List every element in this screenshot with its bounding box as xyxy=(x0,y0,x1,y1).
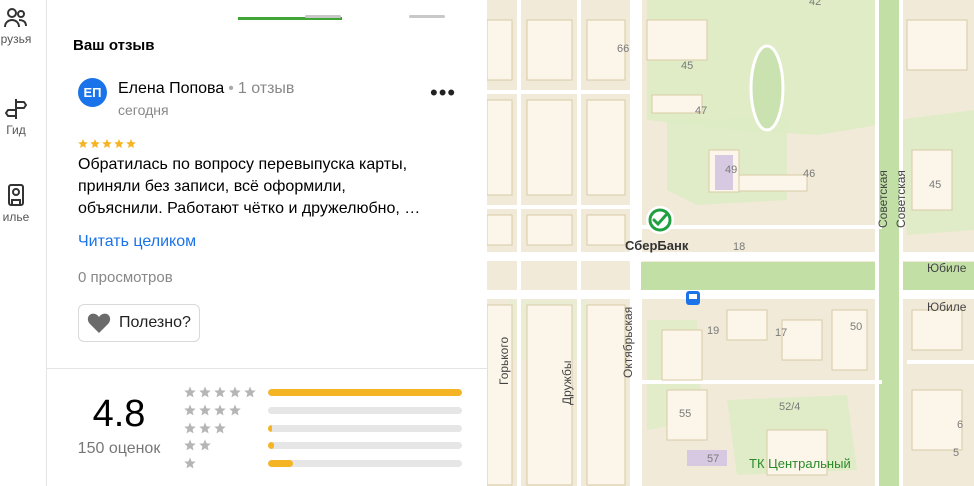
star-icon xyxy=(244,386,256,398)
tab-marker xyxy=(409,15,445,18)
star-icon xyxy=(90,139,100,149)
rating-stars-4 xyxy=(184,404,241,416)
house-number: 66 xyxy=(617,43,629,55)
rating-bar-fill xyxy=(268,425,272,432)
housing-icon xyxy=(8,184,24,206)
star-icon xyxy=(199,422,211,434)
street-label: Октябрьская xyxy=(621,307,635,378)
house-number: 42 xyxy=(809,0,821,8)
separator-dot: • xyxy=(228,80,234,97)
author-name[interactable]: Елена Попова xyxy=(118,80,224,97)
rating-bar xyxy=(268,425,462,432)
useful-button[interactable]: Полезно? xyxy=(78,304,200,342)
rating-bar xyxy=(268,442,462,449)
house-number: 5 xyxy=(953,447,959,459)
sidebar-item-label: Гид xyxy=(6,123,26,137)
shopping-center-marker[interactable]: ТК Центральный xyxy=(749,456,851,471)
rating-bar-fill xyxy=(268,442,274,449)
left-rail: рузья Гид илье xyxy=(0,0,47,486)
tab-marker xyxy=(305,15,341,18)
review-author-line: Елена Попова • 1 отзыв xyxy=(118,80,294,98)
star-icon xyxy=(114,139,124,149)
star-icon xyxy=(199,404,211,416)
star-icon xyxy=(229,386,241,398)
star-icon xyxy=(78,139,88,149)
more-dots-icon[interactable]: ••• xyxy=(430,80,456,106)
street-label: Дружбы xyxy=(560,361,574,405)
star-icon xyxy=(126,139,136,149)
bus-stop-icon[interactable] xyxy=(686,291,700,305)
house-number: 49 xyxy=(725,164,737,176)
street-label: Советская xyxy=(894,170,908,228)
star-icon xyxy=(184,386,196,398)
street-label: Горького xyxy=(497,337,511,385)
review-stars xyxy=(78,139,136,149)
house-number: 46 xyxy=(803,168,815,180)
friends-icon xyxy=(4,8,27,28)
page-title: Ваш отзыв xyxy=(73,37,155,54)
sidebar-item-label: рузья xyxy=(0,32,32,46)
guide-icon xyxy=(5,99,27,119)
house-number: 55 xyxy=(679,408,691,420)
house-number: 52/4 xyxy=(779,401,800,413)
sidebar-item-label: илье xyxy=(2,210,30,224)
sidebar-item-friends[interactable]: рузья xyxy=(0,6,46,46)
star-icon xyxy=(214,404,226,416)
star-icon xyxy=(214,386,226,398)
house-number: 50 xyxy=(850,321,862,333)
rating-value: 4.8 xyxy=(92,393,146,435)
rating-stars-2 xyxy=(184,439,211,451)
street-label: Юбиле xyxy=(927,300,967,314)
divider xyxy=(47,368,487,369)
review-date: сегодня xyxy=(118,102,169,118)
views-count: 0 просмотров xyxy=(78,269,173,286)
review-text-line: приняли без записи, всё оформили, xyxy=(78,178,346,195)
rating-bar xyxy=(268,407,462,414)
star-icon xyxy=(184,457,196,469)
rating-bar-fill xyxy=(268,389,462,396)
avatar[interactable]: ЕП xyxy=(78,78,107,107)
star-icon xyxy=(102,139,112,149)
star-icon xyxy=(199,386,211,398)
street-label: Юбиле xyxy=(927,261,967,275)
review-text-line: объяснили. Работают чётко и дружелюбно, … xyxy=(78,200,421,217)
read-more-link[interactable]: Читать целиком xyxy=(78,233,196,251)
house-number: 57 xyxy=(707,453,719,465)
star-icon xyxy=(184,404,196,416)
star-icon xyxy=(184,422,196,434)
rating-bar-fill xyxy=(268,460,294,467)
star-icon xyxy=(199,439,211,451)
poi-label: СберБанк xyxy=(625,238,689,253)
house-number: 17 xyxy=(775,327,787,339)
rating-stars-3 xyxy=(184,422,226,434)
poi-label: ТК Центральный xyxy=(749,456,851,471)
house-number: 45 xyxy=(929,179,941,191)
street-label: Советская xyxy=(876,170,890,228)
house-number: 18 xyxy=(733,241,745,253)
star-icon xyxy=(184,439,196,451)
review-text-line: Обратилась по вопросу перевыпуска карты, xyxy=(78,156,408,173)
house-number: 6 xyxy=(957,419,963,431)
useful-label: Полезно? xyxy=(119,314,191,331)
rating-count: 150 оценок xyxy=(77,440,161,457)
sidebar-item-guide[interactable]: Гид xyxy=(0,97,46,137)
rating-stars-5 xyxy=(184,386,256,398)
review-text: Обратилась по вопросу перевыпуска карты,… xyxy=(78,154,458,220)
author-review-count: 1 отзыв xyxy=(237,80,295,97)
star-icon xyxy=(214,422,226,434)
rating-bar xyxy=(268,460,462,467)
map[interactable]: 66 45 47 49 46 18 45 19 17 50 55 52/4 57… xyxy=(487,0,974,486)
heart-icon xyxy=(87,313,111,333)
house-number: 19 xyxy=(707,325,719,337)
star-icon xyxy=(229,404,241,416)
review-panel: Ваш отзыв ЕП Елена Попова • 1 отзыв сегодн… xyxy=(47,0,487,486)
rating-bar xyxy=(268,389,462,396)
house-number: 45 xyxy=(681,60,693,72)
house-number: 47 xyxy=(695,105,707,117)
rating-stars-1 xyxy=(184,457,196,469)
sidebar-item-housing[interactable]: илье xyxy=(0,182,46,224)
